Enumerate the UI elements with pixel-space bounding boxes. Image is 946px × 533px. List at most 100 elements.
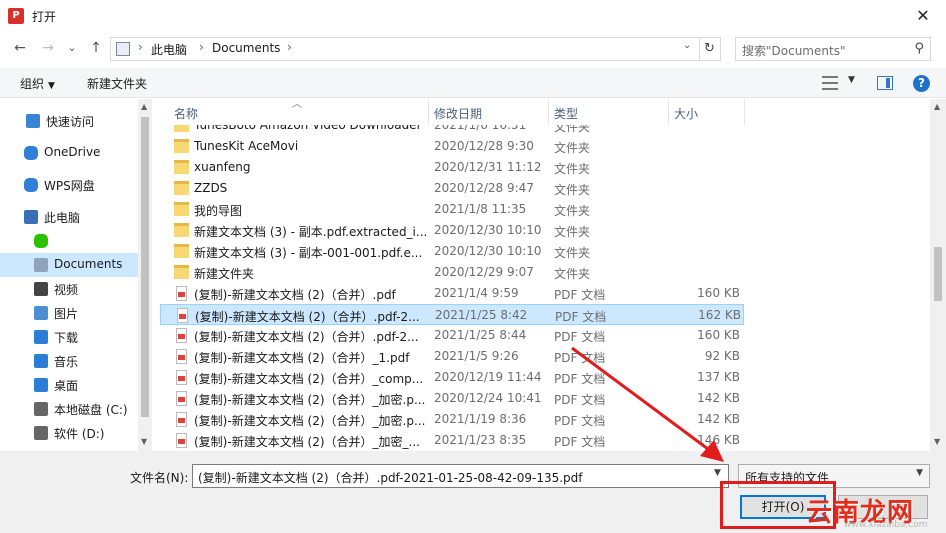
sidebar-item[interactable]: 下载 [0, 325, 138, 349]
breadcrumb-this-pc[interactable]: 此电脑 [151, 41, 187, 58]
sidebar-item[interactable]: OneDrive [0, 141, 138, 165]
chevron-down-icon[interactable]: ⌄ [683, 40, 691, 51]
file-type: PDF 文档 [554, 372, 606, 386]
file-type: PDF 文档 [554, 435, 606, 449]
recent-locations-icon[interactable]: ⌄ [62, 38, 82, 58]
sidebar-item[interactable]: 快速访问 [0, 109, 138, 133]
column-name-header[interactable]: 名称 [174, 105, 198, 122]
file-type: PDF 文档 [554, 414, 606, 428]
video-icon [34, 282, 48, 296]
file-row[interactable]: (复制)-新建文本文档 (2)（合并）_1.pdf 2021/1/5 9:26 PD… [160, 346, 744, 367]
column-divider[interactable] [668, 99, 669, 125]
organize-button[interactable]: 组织 ▼ [20, 75, 55, 92]
file-row[interactable]: 新建文件夹 2020/12/29 9:07 文件夹 [160, 262, 744, 283]
chevron-down-icon: ▼ [916, 468, 923, 478]
file-row[interactable]: (复制)-新建文本文档 (2)（合并）_加密.p... 2020/12/24 10… [160, 388, 744, 409]
file-name: (复制)-新建文本文档 (2)（合并）.pdf [194, 288, 396, 302]
file-type: 文件夹 [554, 225, 591, 239]
column-divider[interactable] [744, 99, 745, 125]
file-row[interactable]: (复制)-新建文本文档 (2)（合并）.pdf 2021/1/4 9:59 PDF … [160, 283, 744, 304]
file-name: (复制)-新建文本文档 (2)（合并）_加密.p... [194, 414, 426, 428]
sidebar-item-label: 此电脑 [44, 211, 81, 225]
sidebar-item[interactable]: WPS网盘 [0, 173, 138, 197]
breadcrumb-documents[interactable]: Documents [212, 41, 280, 55]
file-row[interactable]: 我的导图 2021/1/8 11:35 文件夹 [160, 199, 744, 220]
sidebar-item[interactable]: 软件 (D:) [0, 421, 138, 445]
file-type: 文件夹 [554, 204, 591, 218]
breadcrumb-chevron-icon: › [199, 40, 204, 54]
pdf-file-icon [176, 370, 187, 385]
forward-arrow-icon[interactable]: → [38, 38, 58, 58]
sidebar-item-label: OneDrive [44, 145, 101, 159]
sidebar-scroll-thumb[interactable] [141, 117, 149, 417]
new-folder-button[interactable]: 新建文件夹 [87, 75, 147, 92]
watermark-url: www.xiazaiba.com [844, 520, 928, 530]
file-name: 新建文件夹 [194, 267, 255, 281]
view-options-icon[interactable] [822, 76, 838, 90]
sidebar-item[interactable]: 音乐 [0, 349, 138, 373]
column-divider[interactable] [548, 99, 549, 125]
scroll-up-icon[interactable]: ▲ [934, 102, 940, 111]
file-row[interactable]: 新建文本文档 (3) - 副本-001-001.pdf.e... 2020/12/… [160, 241, 744, 262]
file-date: 2020/12/24 10:41 [434, 391, 542, 405]
column-date-header[interactable]: 修改日期 [434, 105, 482, 122]
file-row[interactable]: (复制)-新建文本文档 (2)（合并）.pdf-2... 2021/1/25 8:… [160, 304, 744, 325]
file-row[interactable]: (复制)-新建文本文档 (2)（合并）_加密_... 2021/1/23 8:35… [160, 430, 744, 451]
sidebar-item[interactable]: 图片 [0, 301, 138, 325]
preview-pane-icon[interactable] [877, 76, 893, 90]
pdf-file-icon [176, 286, 187, 301]
sidebar-item[interactable]: 此电脑 [0, 205, 138, 229]
file-row[interactable]: (复制)-新建文本文档 (2)（合并）.pdf-2... 2021/1/25 8:… [160, 325, 744, 346]
file-size: 160 KB [697, 286, 740, 300]
chevron-down-icon[interactable]: ▼ [848, 75, 855, 85]
file-row[interactable]: TunesBoto Amazon Video Downloader 2021/1/… [160, 125, 744, 136]
sidebar-item[interactable]: 本地磁盘 (C:) [0, 397, 138, 421]
computer-icon [24, 210, 38, 224]
file-name: (复制)-新建文本文档 (2)（合并）.pdf-2... [194, 330, 419, 344]
column-divider[interactable] [428, 99, 429, 125]
scroll-up-icon[interactable]: ▲ [141, 102, 147, 111]
file-date: 2021/1/4 9:59 [434, 286, 519, 300]
file-row[interactable]: ZZDS 2020/12/28 9:47 文件夹 [160, 178, 744, 199]
file-type: PDF 文档 [554, 393, 606, 407]
file-row[interactable]: TunesKit AceMovi 2020/12/28 9:30 文件夹 [160, 136, 744, 157]
close-button[interactable]: ✕ [900, 0, 946, 32]
drive-icon [34, 426, 48, 440]
file-size: 142 KB [697, 391, 740, 405]
help-icon[interactable]: ? [913, 75, 930, 92]
pdf-file-icon [176, 433, 187, 448]
up-arrow-icon[interactable]: ↑ [86, 38, 106, 58]
picture-icon [34, 306, 48, 320]
refresh-button[interactable]: ↻ [699, 37, 721, 61]
file-date: 2020/12/19 11:44 [434, 370, 542, 384]
filename-input[interactable]: (复制)-新建文本文档 (2)（合并）.pdf-2021-01-25-08-42… [192, 464, 729, 488]
search-icon: ⚲ [914, 41, 924, 56]
file-name: (复制)-新建文本文档 (2)（合并）_加密_... [194, 435, 420, 449]
address-bar[interactable]: › 此电脑 › Documents › ⌄ [110, 37, 700, 61]
sidebar-item[interactable]: 视频 [0, 277, 138, 301]
file-date: 2021/1/23 8:35 [434, 433, 527, 447]
sidebar-item[interactable] [0, 229, 138, 253]
file-row[interactable]: xuanfeng 2020/12/31 11:12 文件夹 [160, 157, 744, 178]
sidebar-scrollbar[interactable]: ▲ ▼ [138, 99, 152, 451]
column-type-header[interactable]: 类型 [554, 105, 578, 122]
file-type: 文件夹 [554, 141, 591, 155]
file-date: 2020/12/28 9:30 [434, 139, 534, 153]
file-row[interactable]: (复制)-新建文本文档 (2)（合并）_加密.p... 2021/1/19 8:3… [160, 409, 744, 430]
file-date: 2021/1/5 9:26 [434, 349, 519, 363]
scroll-down-icon[interactable]: ▼ [141, 437, 147, 446]
sidebar-item[interactable]: 桌面 [0, 373, 138, 397]
sidebar-item-label: Documents [54, 257, 123, 271]
chevron-down-icon[interactable]: ▼ [714, 468, 721, 478]
pdf-file-icon [177, 308, 188, 323]
file-row[interactable]: 新建文本文档 (3) - 副本.pdf.extracted_i... 2020/1… [160, 220, 744, 241]
file-list-scrollbar[interactable]: ▲ ▼ [930, 99, 946, 451]
scroll-down-icon[interactable]: ▼ [934, 437, 940, 446]
cloud-icon [24, 146, 38, 160]
search-input[interactable]: 搜索"Documents" ⚲ [735, 37, 931, 61]
back-arrow-icon[interactable]: ← [10, 38, 30, 58]
file-list-scroll-thumb[interactable] [934, 247, 942, 301]
file-row[interactable]: (复制)-新建文本文档 (2)（合并）_comp... 2020/12/19 11… [160, 367, 744, 388]
sidebar-item[interactable]: Documents [0, 253, 138, 277]
column-size-header[interactable]: 大小 [674, 105, 698, 122]
